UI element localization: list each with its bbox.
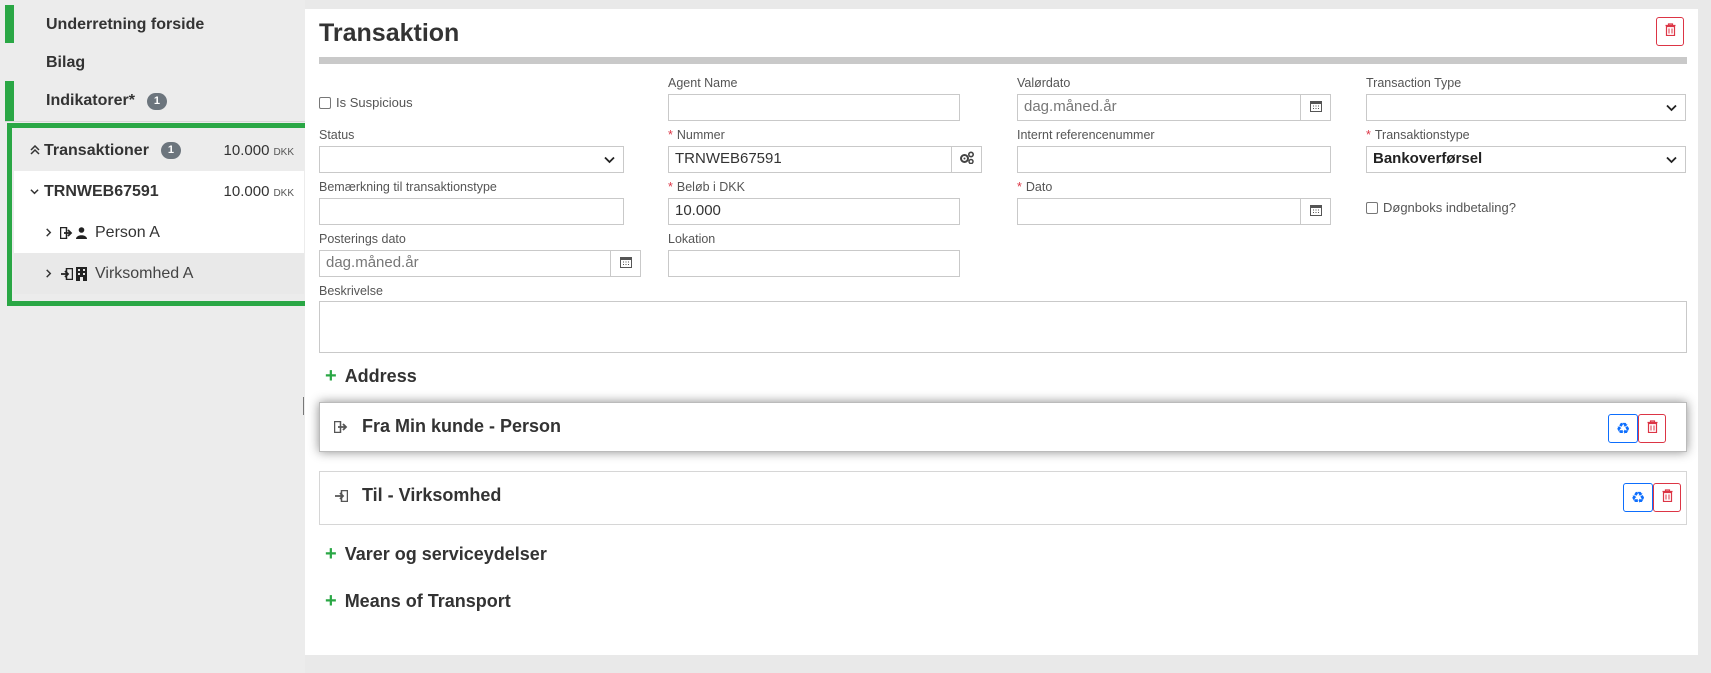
replace-party-button[interactable]: ♻	[1608, 414, 1638, 443]
field-label: Is Suspicious	[336, 95, 413, 110]
sign-in-icon	[334, 489, 348, 502]
transaction-panel: Transaktion Is Suspicious Agent Name Val…	[305, 9, 1698, 655]
trash-icon	[1662, 488, 1673, 507]
trash-icon	[1647, 419, 1658, 438]
trash-icon	[1665, 22, 1676, 41]
is-suspicious-checkbox[interactable]: Is Suspicious	[319, 95, 413, 110]
transaktionstype-select[interactable]: Bankoverførsel	[1366, 146, 1686, 173]
beskrivelse-label: Beskrivelse	[319, 284, 383, 298]
required-marker: *	[1366, 128, 1371, 142]
title-divider	[319, 57, 1687, 64]
agent-name-input[interactable]	[668, 94, 960, 121]
chevron-down-icon	[1666, 153, 1677, 167]
field-label-text: Dato	[1025, 180, 1053, 194]
replace-party-button[interactable]: ♻	[1623, 483, 1653, 512]
page-title: Transaktion	[319, 19, 460, 47]
posterings-dato-label: Posterings dato	[319, 232, 406, 246]
beloeb-input[interactable]: 10.000	[668, 198, 960, 225]
required-marker: *	[668, 128, 673, 142]
lokation-input[interactable]	[668, 250, 960, 277]
transaktionstype-label: * Transaktionstype	[1366, 128, 1470, 142]
sidebar-item-label: Underretning forside	[46, 16, 205, 33]
status-label: Status	[319, 128, 355, 142]
checkbox-box[interactable]	[319, 96, 331, 109]
calendar-icon	[1309, 99, 1322, 117]
valoerdato-calendar-button[interactable]	[1300, 94, 1331, 121]
sidebar-item-indikatorer[interactable]: Indikatorer* 1	[5, 81, 305, 122]
transaction-type-label: Transaction Type	[1366, 76, 1462, 90]
field-label-text: Beløb i DKK	[676, 180, 745, 194]
section-title: Varer og serviceydelser	[344, 544, 547, 564]
lokation-label: Lokation	[668, 232, 716, 246]
required-marker: *	[668, 180, 673, 194]
plus-icon: +	[325, 590, 337, 612]
beloeb-label: * Beløb i DKK	[668, 180, 745, 194]
count-badge: 1	[146, 92, 167, 110]
party-header[interactable]: Til - Virksomhed	[334, 485, 501, 506]
delete-transaction-button[interactable]	[1656, 17, 1684, 46]
dato-label: * Dato	[1017, 180, 1052, 194]
dato-input[interactable]	[1017, 198, 1301, 225]
recycle-icon: ♻	[1630, 489, 1646, 507]
calendar-icon	[1309, 203, 1322, 221]
required-marker: *	[1017, 180, 1022, 194]
active-indicator	[5, 5, 14, 45]
sign-out-icon	[334, 420, 348, 433]
posterings-dato-calendar-button[interactable]	[610, 250, 641, 277]
delete-party-button[interactable]	[1638, 414, 1666, 443]
valoerdato-label: Valørdato	[1017, 76, 1071, 90]
plus-icon: +	[325, 543, 337, 565]
recycle-icon: ♻	[1615, 420, 1631, 438]
bemaerkning-label: Bemærkning til transaktionstype	[319, 180, 497, 194]
status-select[interactable]	[319, 146, 624, 173]
bemaerkning-input[interactable]	[319, 198, 624, 225]
active-indicator	[5, 81, 14, 121]
sidebar: Underretning forside Bilag Indikatorer* …	[0, 0, 320, 673]
plus-icon: +	[325, 365, 337, 387]
checkbox-box[interactable]	[1366, 201, 1378, 214]
doegnboks-checkbox[interactable]: Døgnboks indbetaling?	[1366, 200, 1516, 215]
section-title: Address	[344, 366, 417, 386]
to-party-panel: Til - Virksomhed ♻	[319, 471, 1687, 525]
generate-number-button[interactable]	[951, 146, 982, 173]
posterings-dato-input[interactable]: dag.måned.år	[319, 250, 611, 277]
beskrivelse-textarea[interactable]	[319, 301, 1687, 353]
section-title: Means of Transport	[344, 591, 511, 611]
party-title: Fra Min kunde - Person	[362, 416, 562, 436]
calendar-icon	[619, 255, 632, 273]
select-value: Bankoverførsel	[1373, 150, 1483, 167]
dato-calendar-button[interactable]	[1300, 198, 1331, 225]
address-section-toggle[interactable]: + Address	[325, 365, 417, 388]
internt-ref-input[interactable]	[1017, 146, 1331, 173]
cogs-icon	[959, 150, 975, 169]
sidebar-item-label: Indikatorer*	[46, 92, 135, 109]
sidebar-item-label: Bilag	[46, 54, 86, 71]
goods-section-toggle[interactable]: + Varer og serviceydelser	[325, 543, 547, 566]
chevron-down-icon	[1666, 101, 1677, 115]
field-label: Døgnboks indbetaling?	[1383, 200, 1516, 215]
sidebar-item-underretning-forside[interactable]: Underretning forside	[5, 5, 305, 46]
party-title: Til - Virksomhed	[362, 485, 502, 505]
field-label-text: Nummer	[676, 128, 725, 142]
valoerdato-input[interactable]: dag.måned.år	[1017, 94, 1301, 121]
nummer-input[interactable]: TRNWEB67591	[668, 146, 952, 173]
nummer-label: * Nummer	[668, 128, 725, 142]
highlight-frame	[7, 123, 320, 306]
chevron-down-icon	[604, 153, 615, 167]
transport-section-toggle[interactable]: + Means of Transport	[325, 590, 511, 613]
party-header[interactable]: Fra Min kunde - Person	[334, 416, 561, 437]
delete-party-button[interactable]	[1653, 483, 1681, 512]
from-party-panel: Fra Min kunde - Person ♻	[319, 402, 1687, 452]
internt-ref-label: Internt referencenummer	[1017, 128, 1155, 142]
agent-name-label: Agent Name	[668, 76, 738, 90]
sidebar-item-bilag[interactable]: Bilag	[5, 43, 305, 84]
field-label-text: Transaktionstype	[1374, 128, 1470, 142]
transaction-type-select[interactable]	[1366, 94, 1686, 121]
